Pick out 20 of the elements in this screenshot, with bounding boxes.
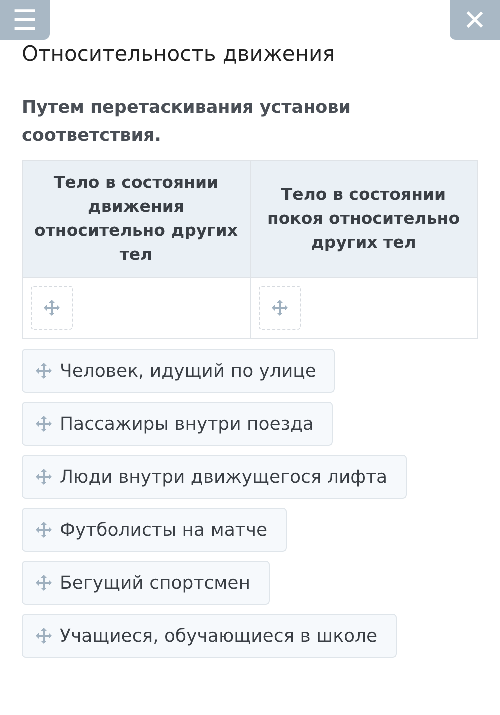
draggable-answer[interactable]: Люди внутри движущегося лифта	[22, 455, 407, 499]
drop-zone[interactable]	[258, 286, 300, 330]
draggable-answer[interactable]: Человек, идущий по улице	[22, 349, 336, 393]
move-icon	[36, 522, 52, 538]
column-header: Тело в состоянии движения относительно других тел	[22, 160, 250, 278]
draggable-answer[interactable]: Пассажиры внутри поезда	[22, 402, 333, 446]
move-icon	[36, 363, 52, 379]
move-icon	[36, 628, 52, 644]
move-icon	[36, 469, 52, 485]
column-header: Тело в состоянии покоя относительно других тел	[250, 160, 478, 278]
draggable-answer[interactable]: Бегущий спортсмен	[22, 561, 270, 605]
drop-zone[interactable]	[31, 286, 73, 330]
instruction-text: Путем перетаскивания установи соответствия.	[22, 97, 352, 148]
move-icon	[36, 416, 52, 432]
move-icon	[36, 575, 52, 591]
draggable-answer[interactable]: Учащиеся, обучающиеся в школе	[22, 614, 397, 658]
page-title: Относительность движения	[22, 41, 336, 68]
draggable-answer[interactable]: Футболисты на матче	[22, 508, 287, 552]
target-icon	[44, 300, 60, 316]
target-icon	[272, 300, 288, 316]
